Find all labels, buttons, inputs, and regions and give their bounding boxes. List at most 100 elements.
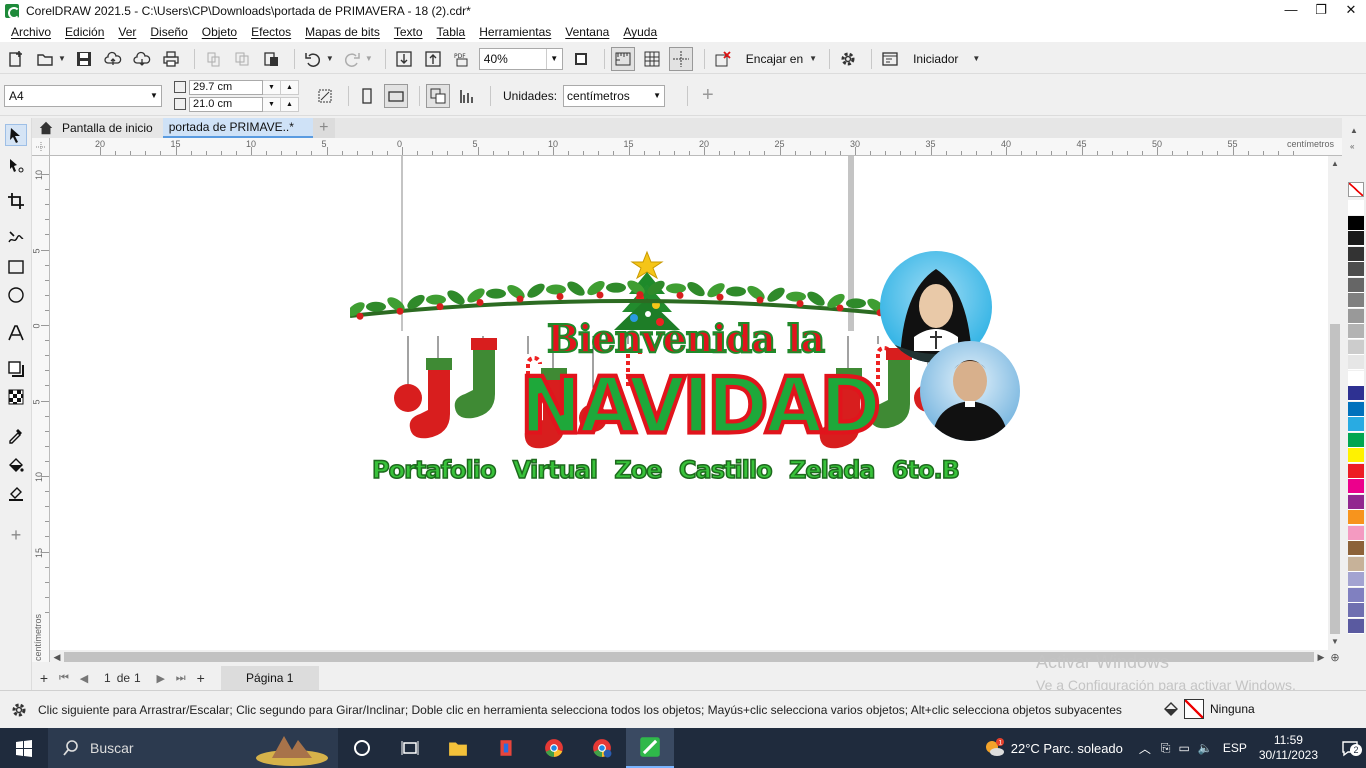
current-page-button[interactable]	[455, 84, 479, 108]
color-swatch[interactable]	[1348, 448, 1364, 463]
menu-objeto[interactable]: Objeto	[195, 25, 244, 39]
taskbar-search[interactable]: Buscar	[48, 728, 338, 768]
color-swatch[interactable]	[1348, 293, 1364, 308]
open-dropdown-icon[interactable]: ▼	[58, 54, 66, 63]
new-document-button[interactable]	[4, 47, 28, 71]
color-swatch[interactable]	[1348, 525, 1364, 541]
import-button[interactable]	[392, 47, 416, 71]
landscape-button[interactable]	[384, 83, 408, 108]
close-button[interactable]: ✕	[1336, 0, 1366, 22]
clock[interactable]: 11:59 30/11/2023	[1259, 733, 1318, 763]
add-tool-button[interactable]: +	[5, 524, 27, 546]
rectangle-tool[interactable]	[5, 256, 27, 278]
new-tab-button[interactable]: +	[312, 118, 335, 138]
color-swatch[interactable]	[1348, 510, 1364, 525]
fill-indicator[interactable]: Ninguna	[1162, 699, 1255, 719]
color-swatch[interactable]	[1348, 324, 1364, 339]
open-button[interactable]	[33, 47, 57, 71]
color-swatch[interactable]	[1348, 355, 1364, 370]
publish-pdf-button[interactable]: PDF	[450, 47, 474, 71]
vertical-ruler[interactable]: centímetros 10 5 0 5 10 15	[32, 156, 50, 662]
horizontal-ruler[interactable]: centímetros 20 15 10 5 0 5 10 15 20 25 30 35 40 45 50 5…	[32, 138, 1342, 156]
color-swatch[interactable]	[1348, 587, 1364, 603]
print-button[interactable]	[159, 47, 183, 71]
menu-texto[interactable]: Texto	[387, 25, 430, 39]
vertical-scrollbar[interactable]: ▲ ▼	[1328, 156, 1342, 650]
palette-menu-icon[interactable]: «	[1350, 142, 1354, 151]
tab-home[interactable]: Pantalla de inicio	[32, 118, 163, 138]
color-swatch[interactable]	[1348, 200, 1364, 215]
interactive-fill-tool[interactable]	[5, 454, 27, 476]
chrome-button[interactable]	[530, 728, 578, 768]
minimize-button[interactable]: —	[1276, 0, 1306, 22]
ruler-origin[interactable]	[32, 138, 50, 156]
menu-edicion[interactable]: Edición	[58, 25, 111, 39]
cut-button[interactable]	[201, 47, 225, 71]
weather-icon[interactable]: 1	[983, 737, 1005, 759]
save-button[interactable]	[72, 47, 96, 71]
launch-label[interactable]: Iniciador	[913, 52, 958, 66]
christmas-banner-artwork[interactable]: Bienvenida la NAVIDAD Portafolio Virtual…	[50, 156, 1328, 650]
menu-ver[interactable]: Ver	[111, 25, 143, 39]
add-property-button[interactable]: +	[702, 84, 714, 107]
color-swatch[interactable]	[1348, 370, 1364, 386]
color-swatch[interactable]	[1348, 417, 1364, 432]
color-swatch[interactable]	[1348, 494, 1364, 510]
start-button[interactable]	[0, 728, 48, 768]
color-swatch[interactable]	[1348, 262, 1364, 277]
task-view-button[interactable]	[338, 728, 386, 768]
scroll-right-icon[interactable]: ▶	[1314, 650, 1328, 664]
menu-diseno[interactable]: Diseño	[143, 25, 194, 39]
snap-off-button[interactable]	[711, 47, 735, 71]
crop-tool[interactable]	[5, 190, 27, 212]
pick-tool[interactable]	[5, 124, 27, 146]
units-select[interactable]: centímetros ▼	[563, 84, 666, 107]
snap-to-label[interactable]: Encajar en	[746, 52, 803, 66]
menu-tabla[interactable]: Tabla	[430, 25, 473, 39]
export-button[interactable]	[421, 47, 445, 71]
redo-dropdown-icon[interactable]: ▼	[365, 54, 373, 63]
palette-scroll-up-icon[interactable]: ▲	[1350, 126, 1358, 135]
color-swatch[interactable]	[1348, 339, 1364, 355]
menu-mapas-de-bits[interactable]: Mapas de bits	[298, 25, 387, 39]
color-swatch[interactable]	[1348, 432, 1364, 448]
options-button[interactable]	[836, 47, 860, 71]
undo-button[interactable]	[301, 47, 325, 71]
launch-button[interactable]	[878, 47, 902, 71]
color-swatch[interactable]	[1348, 556, 1364, 572]
snap-dropdown-icon[interactable]: ▼	[809, 54, 817, 63]
cloud-sync-button[interactable]	[130, 47, 154, 71]
app-button-paint[interactable]	[482, 728, 530, 768]
drawing-canvas[interactable]: Bienvenida la NAVIDAD Portafolio Virtual…	[50, 156, 1328, 650]
notification-center-button[interactable]: 2	[1334, 728, 1366, 768]
color-swatch[interactable]	[1348, 572, 1364, 587]
color-swatch[interactable]	[1348, 479, 1364, 494]
tablet-icon[interactable]: ▭	[1179, 741, 1190, 755]
weather-text[interactable]: 22°C Parc. soleado	[1011, 741, 1123, 756]
last-page-button[interactable]: ⏭	[171, 672, 191, 685]
smart-fill-tool[interactable]	[5, 482, 27, 504]
cloud-upload-button[interactable]	[101, 47, 125, 71]
menu-archivo[interactable]: Archivo	[4, 25, 58, 39]
page-width-spinner[interactable]: ▼	[263, 79, 281, 95]
freehand-tool[interactable]	[5, 226, 27, 248]
no-color-swatch[interactable]	[1348, 182, 1364, 197]
show-guidelines-button[interactable]	[668, 46, 693, 71]
page-tab-1[interactable]: Página 1	[220, 666, 319, 690]
page-width-input[interactable]: 29.7 cm	[189, 79, 263, 95]
restore-button[interactable]: ❐	[1306, 0, 1336, 22]
menu-herramientas[interactable]: Herramientas	[472, 25, 558, 39]
show-grid-button[interactable]	[640, 47, 664, 71]
tray-expand-icon[interactable]: ︿	[1139, 740, 1151, 757]
zoom-navigator-icon[interactable]: ⊕	[1328, 650, 1342, 664]
language-indicator[interactable]: ESP	[1223, 741, 1247, 755]
color-swatch[interactable]	[1348, 277, 1364, 293]
color-swatch[interactable]	[1348, 231, 1364, 246]
file-explorer-button[interactable]	[434, 728, 482, 768]
transparency-tool[interactable]	[5, 386, 27, 408]
page-height-spinner-up[interactable]: ▲	[281, 96, 299, 112]
paste-button[interactable]	[259, 47, 283, 71]
text-tool[interactable]	[5, 322, 27, 344]
first-page-button[interactable]: ⏮	[54, 672, 74, 685]
color-swatch[interactable]	[1348, 463, 1364, 479]
